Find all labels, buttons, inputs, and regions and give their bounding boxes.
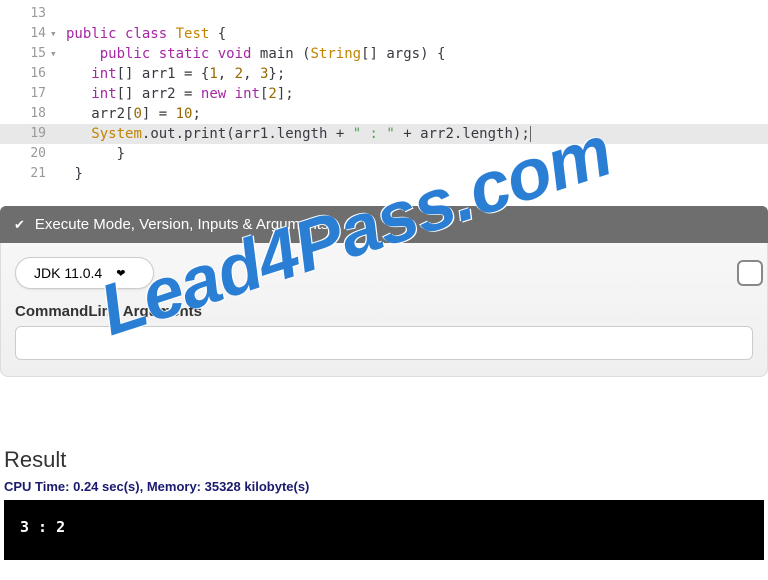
fold-marker[interactable]: ▾ <box>50 24 62 44</box>
code-line[interactable]: 16 int[] arr1 = {1, 2, 3}; <box>0 64 768 84</box>
line-number: 21 <box>0 164 50 184</box>
cmdline-input[interactable] <box>15 326 753 360</box>
code-content: int[] arr1 = {1, 2, 3}; <box>62 64 285 84</box>
fold-marker[interactable]: ▾ <box>50 44 62 64</box>
chevron-down-icon: ✔ <box>14 217 25 233</box>
jdk-version-select[interactable]: JDK 11.0.4 ❤ <box>15 257 154 289</box>
execute-panel: ✔ Execute Mode, Version, Inputs & Argume… <box>0 206 768 377</box>
line-number: 15 <box>0 44 50 64</box>
code-content: arr2[0] = 10; <box>62 104 201 124</box>
result-section: Result CPU Time: 0.24 sec(s), Memory: 35… <box>0 447 768 560</box>
code-line[interactable]: 18 arr2[0] = 10; <box>0 104 768 124</box>
code-line-active[interactable]: 19 System.out.print(arr1.length + " : " … <box>0 124 768 144</box>
code-line[interactable]: 15 ▾ public static void main (String[] a… <box>0 44 768 64</box>
result-title: Result <box>4 447 764 473</box>
code-line[interactable]: 14 ▾ public class Test { <box>0 24 768 44</box>
output-console: 3 : 2 <box>4 500 764 560</box>
caret-down-icon: ❤ <box>116 267 125 280</box>
line-number: 18 <box>0 104 50 124</box>
execute-panel-header[interactable]: ✔ Execute Mode, Version, Inputs & Argume… <box>0 206 768 243</box>
code-content: public static void main (String[] args) … <box>62 44 445 64</box>
execute-panel-title: Execute Mode, Version, Inputs & Argument… <box>35 216 329 233</box>
code-content: int[] arr2 = new int[2]; <box>62 84 294 104</box>
line-number: 20 <box>0 144 50 164</box>
cmdline-label: CommandLine Arguments <box>15 303 753 320</box>
code-editor[interactable]: 13 14 ▾ public class Test { 15 ▾ public … <box>0 0 768 188</box>
code-line[interactable]: 21 } <box>0 164 768 184</box>
text-cursor <box>530 126 531 142</box>
code-line[interactable]: 20 } <box>0 144 768 164</box>
jdk-row: JDK 11.0.4 ❤ <box>15 257 753 289</box>
jdk-version-label: JDK 11.0.4 <box>34 265 102 281</box>
line-number: 17 <box>0 84 50 104</box>
code-content: } <box>62 144 125 164</box>
output-text: 3 : 2 <box>20 518 65 536</box>
cpu-time-line: CPU Time: 0.24 sec(s), Memory: 35328 kil… <box>4 479 764 494</box>
interactive-checkbox[interactable] <box>737 260 763 286</box>
line-number: 19 <box>0 124 50 144</box>
code-line[interactable]: 17 int[] arr2 = new int[2]; <box>0 84 768 104</box>
line-number: 13 <box>0 4 50 24</box>
code-content: public class Test { <box>62 24 226 44</box>
line-number: 16 <box>0 64 50 84</box>
code-content: System.out.print(arr1.length + " : " + a… <box>62 124 531 144</box>
code-content: } <box>62 164 83 184</box>
line-number: 14 <box>0 24 50 44</box>
execute-panel-body: JDK 11.0.4 ❤ CommandLine Arguments <box>0 243 768 377</box>
code-line[interactable]: 13 <box>0 4 768 24</box>
